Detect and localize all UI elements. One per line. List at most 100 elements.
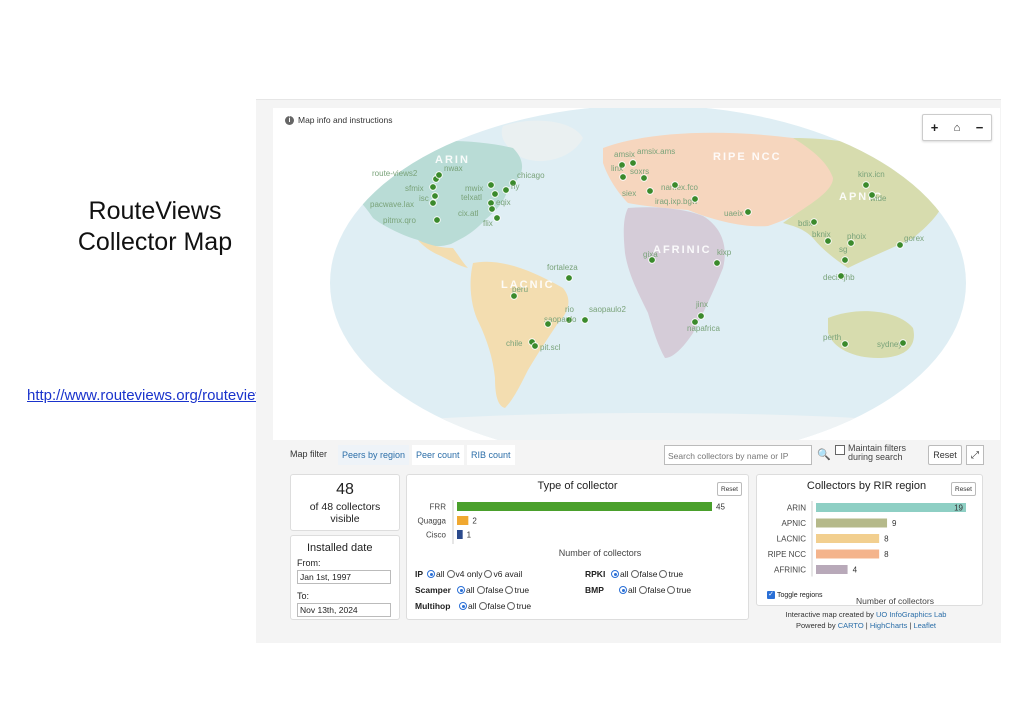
rpki-true-radio[interactable] [659,570,668,578]
highcharts-link[interactable]: HighCharts [870,621,908,630]
collector-marker-ny[interactable] [502,186,510,194]
ip-v6-radio[interactable] [484,570,493,578]
scamper-all-radio[interactable] [457,586,465,594]
bmp-true-label: true [676,585,692,595]
tick-label: AFRINIC [774,566,806,575]
collector-marker-fortaleza[interactable] [565,274,573,282]
maintain-filters-checkbox[interactable] [835,445,845,455]
multihop-filter-label: Multihop [415,601,451,611]
collector-marker-siex[interactable] [646,187,654,195]
to-date-input[interactable]: Nov 13th, 2024 [297,603,391,617]
collector-marker-uaeix[interactable] [744,208,752,216]
scamper-false-radio[interactable] [476,586,485,594]
bmp-false-radio[interactable] [638,586,647,594]
bar[interactable] [816,549,880,559]
collector-marker-mwix[interactable] [487,181,495,189]
collector-label: telxatl [461,193,482,202]
collector-marker-gixa[interactable] [648,256,656,264]
rir-region-card: Collectors by RIR region Reset ARIN 19 APN… [756,474,983,606]
uo-infographics-link[interactable]: UO InfoGraphics Lab [876,610,946,619]
collector-marker-pitmx-qro[interactable] [433,216,441,224]
bar[interactable] [816,565,848,574]
collector-marker-telxatl[interactable] [491,190,499,198]
collector-marker-sydney[interactable] [899,339,907,347]
collector-marker-isc[interactable] [431,192,439,200]
collector-marker-amsix-ams[interactable] [629,159,637,167]
toggle-regions-checkbox[interactable]: ✓ [767,591,775,599]
collector-marker-saopaulo[interactable] [544,320,552,328]
collector-marker-namex-fco[interactable] [671,181,679,189]
collector-marker-decix-jhb[interactable] [837,272,845,280]
collector-label: eqix [496,198,511,207]
collector-marker-linx[interactable] [619,173,627,181]
ip-v4-radio[interactable] [446,570,455,578]
collector-marker-saopaulo2[interactable] [581,316,589,324]
collector-marker-wide[interactable] [868,191,876,199]
collector-marker-sfmix[interactable] [429,183,437,191]
leaflet-link[interactable]: Leaflet [913,621,936,630]
scamper-true-radio[interactable] [505,586,514,594]
multihop-true-radio[interactable] [507,602,516,610]
collector-marker-gorex[interactable] [896,241,904,249]
collector-marker-pacwave-lax[interactable] [429,199,437,207]
from-date-input[interactable]: Jan 1st, 1997 [297,570,391,584]
map-panel[interactable]: ARIN RIPE NCC APNIC AFRINIC LACNIC route… [273,108,1000,440]
bar[interactable] [816,503,966,512]
tab-peers-by-region[interactable]: Peers by region [338,445,410,465]
collector-marker-iraq-ixp-bgw[interactable] [691,195,699,203]
collector-label: uaeix [724,209,743,218]
collector-marker-perth[interactable] [841,340,849,348]
multihop-all-label: all [468,601,477,611]
bar[interactable] [457,530,463,539]
collector-marker-sg[interactable] [841,256,849,264]
search-icon[interactable]: 🔍 [816,445,832,465]
collector-marker-peru[interactable] [510,292,518,300]
multihop-false-radio[interactable] [478,602,487,610]
collector-marker-kixp[interactable] [713,259,721,267]
collector-marker-bdix[interactable] [810,218,818,226]
slide-title-line-2: Collector Map [77,228,233,256]
credit-prefix-2: Powered by [795,621,836,630]
collector-label: sg [839,245,847,254]
collector-marker-jinx[interactable] [697,312,705,320]
ip-all-radio[interactable] [427,570,435,578]
bar[interactable] [457,502,712,511]
map-filter-label: Map filter [290,449,328,459]
zoom-in-button[interactable]: + [931,120,939,135]
zoom-out-button[interactable]: − [976,120,984,135]
collector-marker-flix[interactable] [493,214,501,222]
collector-marker-bknix[interactable] [824,237,832,245]
map-info[interactable]: i Map info and instructions [285,115,393,125]
world-map[interactable]: ARIN RIPE NCC APNIC AFRINIC LACNIC route… [273,108,1000,440]
multihop-all-radio[interactable] [459,602,467,610]
multihop-filter: Multihop all false true [415,601,531,611]
toggle-regions[interactable]: ✓ Toggle regions [767,591,823,599]
collector-marker-phoix[interactable] [847,239,855,247]
bar[interactable] [816,534,880,543]
bmp-all-radio[interactable] [619,586,627,594]
carto-link[interactable]: CARTO [838,621,864,630]
maintain-filters-toggle[interactable]: Maintain filters during search [835,444,906,462]
tab-rib-count[interactable]: RIB count [467,445,515,465]
reset-filters-button[interactable]: Reset [928,445,962,465]
bar[interactable] [457,516,469,525]
collector-marker-eqix[interactable] [487,199,495,207]
collector-marker-kinx-icn[interactable] [862,181,870,189]
collector-marker-napafrica[interactable] [691,318,699,326]
collector-marker-nwax[interactable] [435,171,443,179]
collector-marker-soxrs[interactable] [640,174,648,182]
bmp-true-radio[interactable] [667,586,676,594]
rir-region-chart[interactable]: ARIN 19 APNIC 9 LACNIC 8 RIPE NCC 8 AFRINIC 4 Numb… [757,475,984,607]
home-icon[interactable]: ⌂ [954,122,961,134]
collector-marker-cix-atl[interactable] [488,205,496,213]
rpki-false-radio[interactable] [630,570,639,578]
tick-label: FRR [430,503,447,512]
tab-peer-count[interactable]: Peer count [412,445,464,465]
rpki-all-radio[interactable] [611,570,619,578]
collector-marker-pit-scl[interactable] [531,342,539,350]
type-of-collector-chart[interactable]: FRR 45 Quagga 2 Cisco 1 Number of collectors [407,493,750,581]
expand-icon[interactable]: ⤢ [966,445,984,465]
search-input[interactable]: Search collectors by name or IP [664,445,812,465]
bmp-filter-label: BMP [585,585,604,595]
bar[interactable] [816,518,888,528]
